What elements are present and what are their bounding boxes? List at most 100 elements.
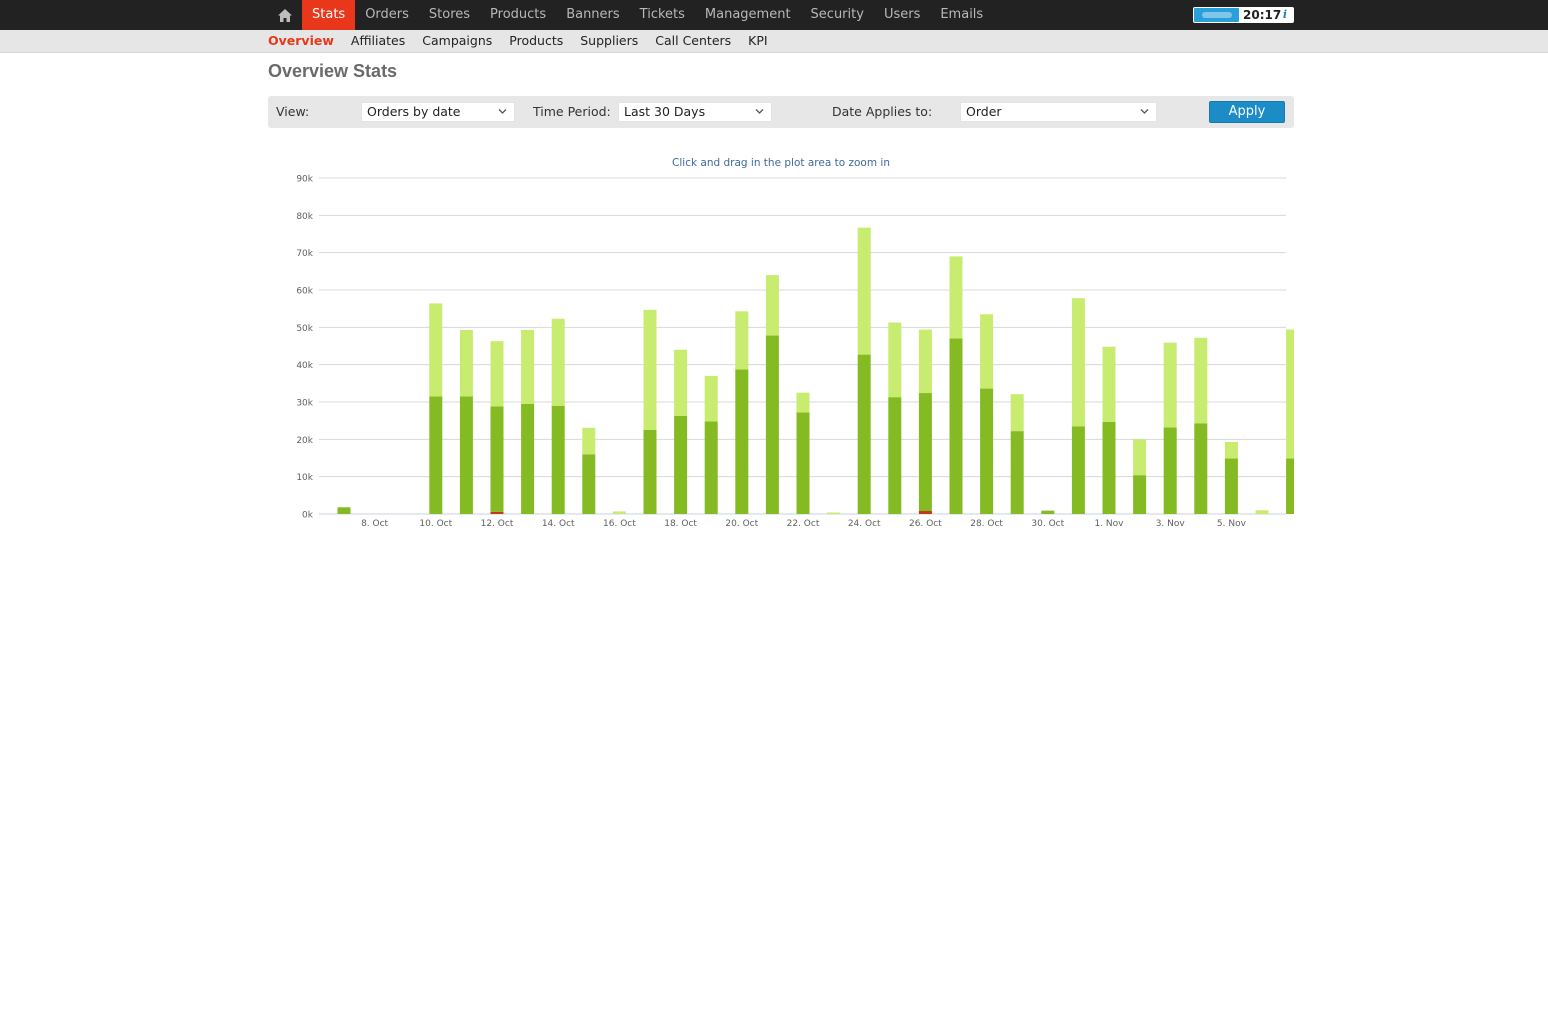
bar-segment[interactable] bbox=[949, 256, 963, 339]
top-nav-stats[interactable]: Stats bbox=[302, 0, 356, 34]
bar-segment[interactable] bbox=[1163, 342, 1177, 428]
time-period-select[interactable]: Last 30 Days bbox=[618, 102, 772, 122]
bar-segment[interactable] bbox=[612, 511, 626, 514]
bar-segment[interactable] bbox=[949, 338, 963, 514]
bar-segment[interactable] bbox=[643, 309, 657, 430]
bar-segment[interactable] bbox=[490, 406, 504, 512]
x-tick-label: 26. Oct bbox=[909, 519, 942, 529]
chevron-down-icon bbox=[755, 109, 764, 114]
bar-segment[interactable] bbox=[765, 275, 779, 336]
sub-nav-products[interactable]: Products bbox=[509, 30, 563, 52]
top-nav-security[interactable]: Security bbox=[801, 0, 874, 30]
bar-segment[interactable] bbox=[1102, 346, 1116, 422]
bar-segment[interactable] bbox=[490, 511, 504, 514]
bar-segment[interactable] bbox=[674, 349, 688, 416]
bar-segment[interactable] bbox=[980, 314, 994, 389]
bar-segment[interactable] bbox=[1010, 431, 1024, 514]
bar-segment[interactable] bbox=[1255, 510, 1269, 514]
sub-nav-suppliers[interactable]: Suppliers bbox=[580, 30, 638, 52]
top-navigation: Stats Orders Stores Products Banners Tic… bbox=[0, 0, 1548, 34]
bar-segment[interactable] bbox=[1163, 427, 1177, 514]
bar-segment[interactable] bbox=[735, 369, 749, 514]
top-nav-banners[interactable]: Banners bbox=[556, 0, 629, 30]
y-tick-label: 80k bbox=[296, 212, 313, 222]
x-tick-label: 16. Oct bbox=[603, 519, 636, 529]
orders-chart[interactable]: Click and drag in the plot area to zoom … bbox=[268, 148, 1300, 538]
bar-segment[interactable] bbox=[1286, 329, 1300, 459]
sub-nav-call-centers[interactable]: Call Centers bbox=[655, 30, 731, 52]
view-select-value: Orders by date bbox=[367, 104, 461, 119]
bar-segment[interactable] bbox=[674, 415, 688, 514]
apply-button[interactable]: Apply bbox=[1209, 101, 1285, 123]
x-tick-label: 12. Oct bbox=[481, 519, 514, 529]
date-applies-label: Date Applies to: bbox=[832, 104, 933, 119]
view-select[interactable]: Orders by date bbox=[361, 102, 515, 122]
bar-segment[interactable] bbox=[459, 329, 473, 397]
bar-segment[interactable] bbox=[980, 388, 994, 514]
bar-segment[interactable] bbox=[643, 430, 657, 514]
bar-segment[interactable] bbox=[796, 392, 810, 413]
x-tick-label: 20. Oct bbox=[725, 519, 758, 529]
bar-segment[interactable] bbox=[521, 329, 535, 404]
bar-segment[interactable] bbox=[1133, 439, 1147, 476]
y-tick-label: 40k bbox=[296, 361, 313, 371]
top-nav-orders[interactable]: Orders bbox=[355, 0, 419, 30]
sub-nav-overview[interactable]: Overview bbox=[268, 30, 334, 52]
info-icon[interactable]: i bbox=[1278, 8, 1292, 22]
bar-segment[interactable] bbox=[1102, 421, 1116, 514]
bar-segment[interactable] bbox=[429, 303, 443, 397]
bar-segment[interactable] bbox=[551, 318, 565, 406]
bar-segment[interactable] bbox=[1194, 423, 1208, 514]
sub-nav-affiliates[interactable]: Affiliates bbox=[351, 30, 405, 52]
bar-segment[interactable] bbox=[1194, 337, 1208, 424]
top-nav-stores[interactable]: Stores bbox=[419, 0, 480, 30]
bar-segment[interactable] bbox=[521, 403, 535, 514]
sub-nav-campaigns[interactable]: Campaigns bbox=[422, 30, 492, 52]
bar-segment[interactable] bbox=[918, 329, 932, 394]
user-badge[interactable] bbox=[1194, 8, 1239, 22]
y-tick-label: 0k bbox=[302, 511, 314, 521]
bar-segment[interactable] bbox=[827, 512, 841, 514]
bar-segment[interactable] bbox=[490, 341, 504, 407]
top-nav-users[interactable]: Users bbox=[874, 0, 930, 30]
bar-segment[interactable] bbox=[704, 421, 718, 514]
top-nav-products[interactable]: Products bbox=[480, 0, 556, 30]
bar-segment[interactable] bbox=[918, 511, 932, 514]
bar-segment[interactable] bbox=[551, 405, 565, 514]
date-applies-select-value: Order bbox=[966, 104, 1002, 119]
bar-segment[interactable] bbox=[459, 396, 473, 514]
clock-widget[interactable]: 20:17 i bbox=[1193, 7, 1294, 23]
bar-segment[interactable] bbox=[1071, 298, 1085, 427]
bar-segment[interactable] bbox=[1041, 510, 1055, 514]
bar-segment[interactable] bbox=[1224, 458, 1238, 514]
bar-segment[interactable] bbox=[1224, 441, 1238, 459]
top-nav-items: Stats Orders Stores Products Banners Tic… bbox=[302, 0, 993, 34]
chart-svg[interactable]: Click and drag in the plot area to zoom … bbox=[268, 148, 1300, 538]
bar-segment[interactable] bbox=[857, 227, 871, 355]
bar-segment[interactable] bbox=[765, 335, 779, 514]
bar-segment[interactable] bbox=[582, 454, 596, 514]
bar-segment[interactable] bbox=[1071, 426, 1085, 514]
bar-segment[interactable] bbox=[888, 397, 902, 514]
top-nav-management[interactable]: Management bbox=[695, 0, 801, 30]
bar-segment[interactable] bbox=[704, 375, 718, 422]
bar-segment[interactable] bbox=[429, 396, 443, 514]
bar-segment[interactable] bbox=[337, 507, 351, 514]
bar-segment[interactable] bbox=[582, 427, 596, 455]
home-button[interactable] bbox=[268, 0, 302, 30]
y-tick-label: 20k bbox=[296, 436, 313, 446]
top-nav-emails[interactable]: Emails bbox=[930, 0, 993, 30]
bar-segment[interactable] bbox=[796, 412, 810, 514]
date-applies-select[interactable]: Order bbox=[960, 102, 1157, 122]
top-nav-tickets[interactable]: Tickets bbox=[630, 0, 695, 30]
bar-segment[interactable] bbox=[1286, 458, 1300, 514]
bar-segment[interactable] bbox=[857, 354, 871, 514]
bar-segment[interactable] bbox=[735, 311, 749, 370]
bar-segment[interactable] bbox=[1010, 394, 1024, 432]
time-period-select-value: Last 30 Days bbox=[624, 104, 706, 119]
sub-nav-kpi[interactable]: KPI bbox=[748, 30, 767, 52]
bar-segment[interactable] bbox=[888, 322, 902, 398]
bar-segment[interactable] bbox=[1133, 475, 1147, 514]
bar-segment[interactable] bbox=[918, 393, 932, 512]
view-label: View: bbox=[276, 104, 310, 119]
